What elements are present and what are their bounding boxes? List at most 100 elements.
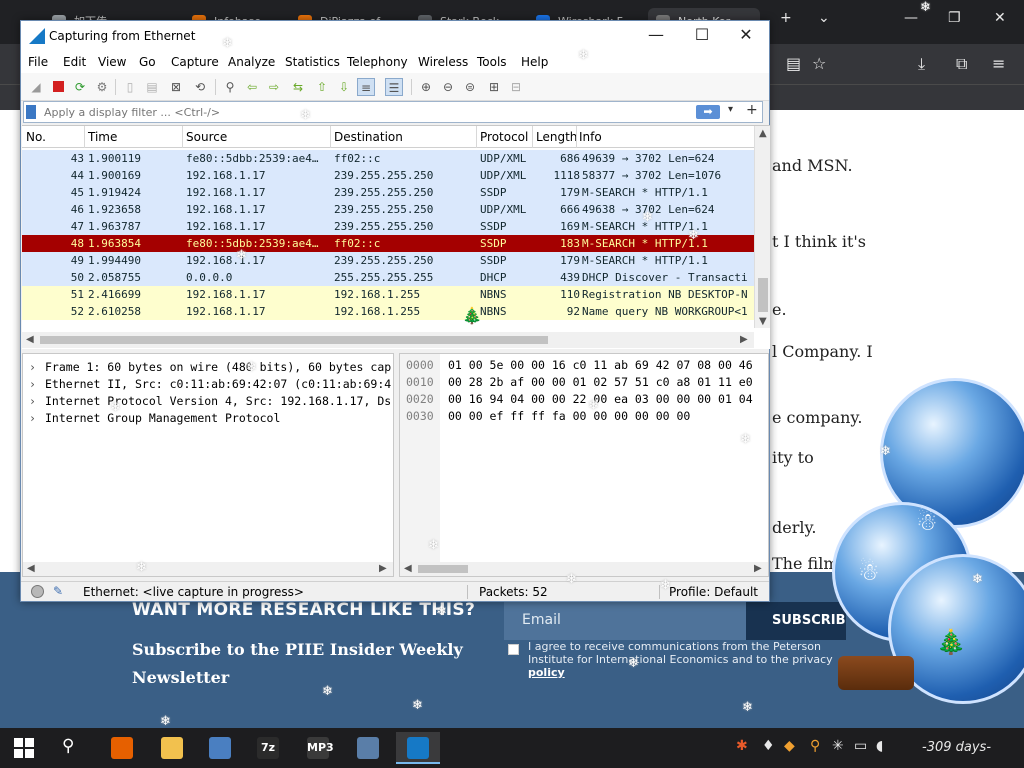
scroll-left-chevron-icon[interactable]: ◀	[27, 563, 35, 574]
scroll-right-chevron-icon[interactable]: ▶	[754, 563, 762, 574]
menu-edit[interactable]: Edit	[63, 55, 86, 69]
expand-chevron-icon[interactable]: ›	[29, 394, 45, 408]
taskbar-app-button[interactable]	[100, 732, 144, 764]
tray-display-icon[interactable]: ▭	[854, 738, 867, 754]
tray-app-icon[interactable]: ✱	[736, 738, 748, 754]
expand-chevron-icon[interactable]: ›	[29, 411, 45, 425]
scroll-up-chevron-icon[interactable]: ▲	[759, 128, 767, 139]
search-icon[interactable]: ⚲	[62, 736, 74, 756]
scroll-right-chevron-icon[interactable]: ▶	[379, 563, 387, 574]
detail-tree-item[interactable]: › Frame 1: 60 bytes on wire (480 bits), 6…	[29, 360, 393, 374]
taskbar-file-explorer-icon[interactable]	[161, 737, 183, 759]
menu-help[interactable]: Help	[521, 55, 548, 69]
packet-row[interactable]: 44 1.900169 192.168.1.17 239.255.255.250 UDP…	[22, 167, 754, 184]
expert-info-indicator-icon[interactable]	[31, 585, 44, 598]
browser-restore-button[interactable]: ❐	[948, 10, 961, 26]
menu-capture[interactable]: Capture	[171, 55, 219, 69]
new-tab-button[interactable]: +	[780, 10, 792, 26]
taskbar-app-button[interactable]	[396, 732, 440, 764]
column-header-destination[interactable]: Destination	[334, 130, 403, 144]
column-divider[interactable]	[476, 126, 477, 148]
menu-wireless[interactable]: Wireless	[418, 55, 468, 69]
column-header-source[interactable]: Source	[186, 130, 227, 144]
column-divider[interactable]	[330, 126, 331, 148]
maximize-button[interactable]: ☐	[689, 25, 715, 44]
detail-tree-item[interactable]: › Internet Protocol Version 4, Src: 192.1…	[29, 394, 393, 408]
capture-options-gear-icon[interactable]: ⚙	[93, 78, 111, 96]
expand-chevron-icon[interactable]: ›	[29, 360, 45, 374]
scroll-right-chevron-icon[interactable]: ▶	[740, 334, 748, 345]
layout-icon[interactable]: ⊟	[507, 78, 525, 96]
column-header-info[interactable]: Info	[579, 130, 602, 144]
email-input[interactable]: Email	[504, 602, 746, 640]
detail-tree-item[interactable]: › Internet Group Management Protocol	[29, 411, 393, 425]
taskbar-app-people-icon[interactable]	[209, 737, 231, 759]
column-divider[interactable]	[532, 126, 533, 148]
downloads-icon[interactable]: ⤓	[918, 54, 925, 74]
packet-row[interactable]: 51 2.416699 192.168.1.17 192.168.1.255 NBNS 1…	[22, 286, 754, 303]
open-file-icon[interactable]: ▯	[121, 78, 139, 96]
reader-mode-icon[interactable]: ▤	[786, 54, 801, 73]
privacy-policy-link[interactable]: policy	[528, 666, 565, 679]
tray-app-icon[interactable]: ◆	[784, 738, 795, 754]
packet-row[interactable]: 49 1.994490 192.168.1.17 239.255.255.250 SSD…	[22, 252, 754, 269]
column-divider[interactable]	[84, 126, 85, 148]
hex-bytes[interactable]: 01 00 5e 00 00 16 c0 11 ab 69 42 07 08 0…	[448, 358, 753, 372]
menu-telephony[interactable]: Telephony	[347, 55, 408, 69]
autoscroll-icon[interactable]: ≡	[357, 78, 375, 96]
column-header-time[interactable]: Time	[88, 130, 117, 144]
packet-row[interactable]: 50 2.058755 0.0.0.0 255.255.255.255 DHCP 439 D…	[22, 269, 754, 286]
column-header-length[interactable]: Length	[536, 130, 577, 144]
scroll-left-chevron-icon[interactable]: ◀	[26, 334, 34, 345]
menu-go[interactable]: Go	[139, 55, 156, 69]
menu-tools[interactable]: Tools	[477, 55, 507, 69]
filter-dropdown-chevron-icon[interactable]: ▾	[728, 104, 733, 115]
packet-row[interactable]: 45 1.919424 192.168.1.17 239.255.255.250 SSD…	[22, 184, 754, 201]
packet-list-hscroll-thumb[interactable]	[40, 336, 548, 344]
capture-comment-pencil-icon[interactable]: ✎	[53, 584, 63, 598]
go-first-icon[interactable]: ⇧	[313, 78, 331, 96]
minimize-button[interactable]: —	[643, 25, 669, 44]
expand-chevron-icon[interactable]: ›	[29, 377, 45, 391]
taskbar-mp3-icon[interactable]: MP3	[307, 737, 334, 759]
column-header-protocol[interactable]: Protocol	[480, 130, 528, 144]
menu-view[interactable]: View	[98, 55, 126, 69]
hex-hscrollbar[interactable]: ◀ ▶	[400, 562, 768, 576]
display-filter-input[interactable]	[42, 104, 682, 120]
browser-menu-icon[interactable]: ≡	[992, 54, 1005, 73]
detail-tree-item[interactable]: › Ethernet II, Src: c0:11:ab:69:42:07 (c0…	[29, 377, 393, 391]
restart-capture-icon[interactable]: ⟳	[71, 78, 89, 96]
scroll-down-chevron-icon[interactable]: ▼	[759, 316, 767, 327]
resize-columns-icon[interactable]: ⊞	[485, 78, 503, 96]
tray-bluetooth-icon[interactable]: ✳	[832, 738, 844, 754]
taskbar-wireshark-icon[interactable]	[407, 737, 429, 759]
packet-list-vscroll-thumb[interactable]	[758, 278, 768, 312]
agree-checkbox[interactable]	[508, 644, 519, 655]
start-windows-icon[interactable]	[14, 738, 34, 758]
menu-file[interactable]: File	[28, 55, 48, 69]
tray-drop-icon[interactable]: ♦	[762, 738, 775, 754]
zoom-in-icon[interactable]: ⊕	[417, 78, 435, 96]
tray-volume-icon[interactable]: ◖	[876, 738, 883, 754]
normal-size-icon[interactable]: ⊜	[461, 78, 479, 96]
colorize-icon[interactable]: ☰	[385, 78, 403, 96]
details-hscrollbar[interactable]: ◀ ▶	[23, 562, 393, 576]
browser-close-button[interactable]: ✕	[994, 10, 1006, 26]
hex-hscroll-thumb[interactable]	[418, 565, 468, 573]
menu-statistics[interactable]: Statistics	[285, 55, 340, 69]
find-packet-icon[interactable]: ⚲	[221, 78, 239, 96]
taskbar-app-button[interactable]: 7z	[246, 732, 290, 764]
column-header-no[interactable]: No.	[26, 130, 46, 144]
start-capture-icon[interactable]: ◢	[27, 78, 45, 96]
go-forward-icon[interactable]: ⇨	[265, 78, 283, 96]
add-filter-button[interactable]: +	[746, 102, 758, 118]
close-file-icon[interactable]: ⊠	[167, 78, 185, 96]
bookmark-star-icon[interactable]: ☆	[812, 54, 826, 73]
apply-filter-arrow-icon[interactable]: ➡	[696, 105, 720, 119]
browser-minimize-button[interactable]: —	[904, 10, 918, 26]
extensions-icon[interactable]: ⧉	[956, 54, 967, 74]
hex-bytes[interactable]: 00 00 ef ff ff fa 00 00 00 00 00 00	[448, 409, 690, 423]
taskbar-7zip-icon[interactable]: 7z	[257, 737, 279, 759]
hex-bytes[interactable]: 00 28 2b af 00 00 01 02 57 51 c0 a8 01 1…	[448, 375, 753, 389]
taskbar-app-button[interactable]	[150, 732, 194, 764]
